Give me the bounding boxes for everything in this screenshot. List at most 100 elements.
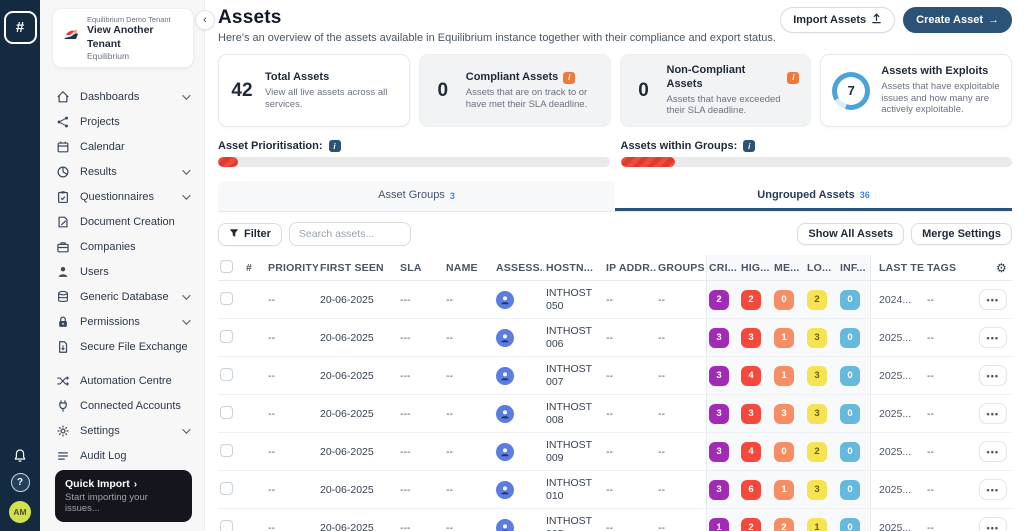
search-input[interactable] [289, 222, 411, 246]
row-actions-button[interactable]: ••• [979, 289, 1007, 310]
table-row[interactable]: -- 20-06-2025 --- -- INTHOST 008 -- -- 3… [218, 395, 1012, 433]
column-header[interactable]: TAGS [925, 262, 969, 274]
info-count-badge: 0 [840, 518, 860, 531]
column-header[interactable]: CRI... [706, 255, 739, 280]
sidebar-nav-item[interactable]: Connected Accounts [56, 393, 204, 418]
filter-button[interactable]: Filter [218, 223, 282, 246]
last-tested-cell: 2025... [871, 522, 925, 531]
progress-track [621, 157, 1013, 167]
low-count-badge: 2 [807, 290, 827, 310]
table-row[interactable]: -- 20-06-2025 --- -- INTHOST 010 -- -- 3… [218, 471, 1012, 509]
sla-cell: --- [398, 522, 444, 531]
column-header[interactable]: PRIORITY [266, 262, 318, 274]
column-header[interactable]: INF... [838, 255, 871, 280]
merge-settings-button[interactable]: Merge Settings [911, 223, 1012, 245]
help-icon[interactable]: ? [11, 473, 30, 492]
sidebar-nav-item[interactable]: Secure File Exchange [56, 334, 204, 359]
sidebar-nav-label: Generic Database [80, 291, 169, 303]
stat-card[interactable]: 0 0 Non-Compliant Assetsi Assets that ha… [620, 54, 812, 127]
column-settings-gear-icon[interactable]: ⚙ [969, 261, 1009, 275]
quick-import-title: Quick Import [65, 478, 130, 490]
row-actions-button[interactable]: ••• [979, 365, 1007, 386]
assessment-avatar-icon [496, 329, 514, 347]
sidebar-nav-item[interactable]: Questionnaires [56, 184, 204, 209]
sidebar-nav-item[interactable]: Document Creation [56, 209, 204, 234]
sidebar-nav-item[interactable]: Settings [56, 418, 204, 443]
user-avatar[interactable]: AM [9, 501, 31, 523]
table-row[interactable]: -- 20-06-2025 --- -- INTHOST 050 -- -- 2… [218, 281, 1012, 319]
table-row[interactable]: -- 20-06-2025 --- -- INTHOST 009 -- -- 3… [218, 433, 1012, 471]
sidebar-collapse-button[interactable]: ‹ [195, 10, 215, 30]
quick-import-card[interactable]: Quick Import› Start importing your issue… [55, 470, 192, 522]
table-row[interactable]: -- 20-06-2025 --- -- INTHOST 005 -- -- 1… [218, 509, 1012, 531]
column-header[interactable]: GROUPS [656, 262, 706, 274]
column-header[interactable]: NAME [444, 262, 494, 274]
stat-card[interactable]: 42 42 Total Assetsi View all live assets… [218, 54, 410, 127]
column-header[interactable]: FIRST SEEN [318, 262, 398, 274]
stats-cards: 42 42 Total Assetsi View all live assets… [218, 54, 1012, 127]
name-cell: -- [444, 484, 494, 496]
sidebar-nav-item[interactable]: Audit Log [56, 443, 204, 468]
stat-description: Assets that have exploitable issues and … [881, 81, 1000, 117]
sidebar-nav-label: Users [80, 266, 109, 278]
chevron-left-icon: ‹ [203, 14, 207, 26]
sidebar-nav-item[interactable]: Calendar [56, 134, 204, 159]
column-header[interactable]: HIG... [739, 255, 772, 280]
column-header[interactable]: HOSTN... [544, 262, 604, 274]
ip-address-cell: -- [604, 522, 656, 531]
tenant-switcher[interactable]: Equilibrium Demo Tenant View Another Ten… [52, 8, 194, 68]
sidebar-nav-item[interactable]: Automation Centre [56, 368, 204, 393]
row-actions-button[interactable]: ••• [979, 403, 1007, 424]
tab[interactable]: Ungrouped Assets 36 [615, 181, 1012, 211]
sla-cell: --- [398, 484, 444, 496]
show-all-assets-button[interactable]: Show All Assets [797, 223, 904, 245]
select-row-checkbox[interactable] [220, 330, 233, 343]
groups-cell: -- [656, 294, 706, 306]
tenant-switch-label[interactable]: View Another Tenant [87, 24, 185, 50]
select-row-checkbox[interactable] [220, 406, 233, 419]
select-all-checkbox[interactable] [220, 260, 233, 273]
row-actions-button[interactable]: ••• [979, 479, 1007, 500]
sidebar-nav-item[interactable]: Dashboards [56, 84, 204, 109]
table-row[interactable]: -- 20-06-2025 --- -- INTHOST 006 -- -- 3… [218, 319, 1012, 357]
table-row[interactable]: -- 20-06-2025 --- -- INTHOST 007 -- -- 3… [218, 357, 1012, 395]
column-header[interactable]: # [244, 262, 266, 274]
sidebar-nav-item[interactable]: Results [56, 159, 204, 184]
column-header[interactable]: LO... [805, 255, 838, 280]
info-icon[interactable]: i [329, 140, 341, 152]
tags-cell: -- [925, 522, 969, 531]
sidebar-nav-item[interactable]: Projects [56, 109, 204, 134]
filter-label: Filter [244, 228, 271, 240]
select-row-checkbox[interactable] [220, 292, 233, 305]
row-actions-button[interactable]: ••• [979, 517, 1007, 531]
row-actions-button[interactable]: ••• [979, 441, 1007, 462]
stat-card[interactable]: 0 0 Compliant Assetsi Assets that are on… [419, 54, 611, 127]
select-row-checkbox[interactable] [220, 444, 233, 457]
row-actions-button[interactable]: ••• [979, 327, 1007, 348]
create-asset-button[interactable]: Create Asset → [903, 7, 1012, 33]
notifications-bell-icon[interactable] [12, 448, 28, 464]
stat-card[interactable]: 7 7 Assets with Exploitsi Assets that ha… [820, 54, 1012, 127]
column-header[interactable]: LAST TE... [871, 262, 925, 274]
column-header[interactable]: IP ADDR... [604, 262, 656, 274]
column-header[interactable]: SLA [398, 262, 444, 274]
sidebar-nav-item[interactable]: Users [56, 259, 204, 284]
critical-count-badge: 3 [709, 480, 729, 500]
app-logo[interactable]: # [4, 11, 37, 44]
tab-label: Asset Groups [378, 189, 445, 201]
sidebar-nav-item[interactable]: Generic Database [56, 284, 204, 309]
select-row-checkbox[interactable] [220, 368, 233, 381]
priority-cell: -- [266, 332, 318, 344]
sidebar-nav-item[interactable]: Companies [56, 234, 204, 259]
import-assets-button[interactable]: Import Assets [780, 7, 895, 33]
column-header[interactable]: ME... [772, 255, 805, 280]
info-icon[interactable]: i [743, 140, 755, 152]
column-header[interactable]: ASSESS... [494, 262, 544, 274]
select-row-checkbox[interactable] [220, 520, 233, 531]
sidebar-nav-item[interactable]: Permissions [56, 309, 204, 334]
tab[interactable]: Asset Groups 3 [218, 181, 615, 211]
tenant-name: Equilibrium Demo Tenant [87, 15, 185, 24]
select-row-checkbox[interactable] [220, 482, 233, 495]
last-tested-cell: 2024... [871, 294, 925, 306]
priority-cell: -- [266, 408, 318, 420]
